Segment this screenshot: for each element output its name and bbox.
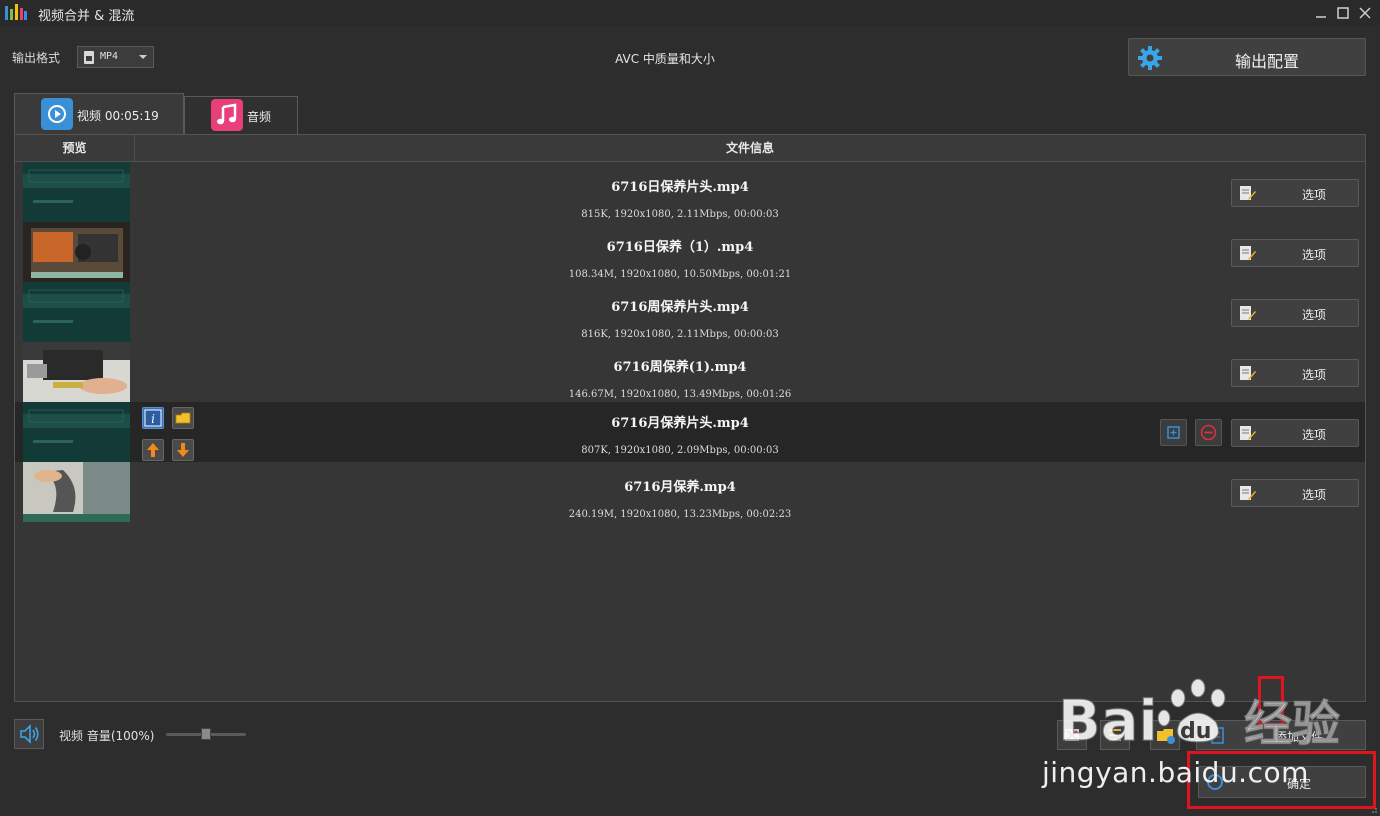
options-label: 选项 — [1302, 368, 1327, 382]
duplicate-button[interactable] — [1160, 419, 1187, 446]
options-label: 选项 — [1302, 188, 1327, 202]
list-settings-button[interactable] — [1100, 720, 1130, 750]
options-label: 选项 — [1302, 308, 1327, 322]
add-file-label: 添加文件 — [1275, 730, 1324, 744]
tab-audio[interactable]: 音频 — [184, 96, 298, 135]
video-thumbnail — [23, 222, 130, 282]
title-bar: 视频合并 & 混流 — [0, 0, 1380, 26]
options-button[interactable]: 选项 — [1231, 479, 1359, 507]
file-row[interactable]: 6716周保养片头.mp4 816K, 1920x1080, 2.11Mbps,… — [15, 282, 1365, 342]
volume-label: 视频 音量(100%) — [59, 729, 155, 743]
file-row-selected[interactable]: i 6716月保养片头.mp4 807K, 1920x1080, 2.09Mbp… — [15, 402, 1365, 462]
folder-add-icon — [1157, 729, 1175, 744]
edit-document-icon — [1240, 366, 1256, 380]
resize-grip-icon[interactable] — [1368, 804, 1378, 814]
column-header-preview[interactable]: 预览 — [15, 135, 135, 162]
output-config-label: 输出配置 — [1234, 52, 1299, 71]
options-label: 选项 — [1302, 488, 1327, 502]
annotation-highlight-ok — [1187, 751, 1376, 809]
tab-video[interactable]: 视频 00:05:19 — [14, 93, 184, 135]
file-row[interactable]: 6716月保养.mp4 240.19M, 1920x1080, 13.23Mbp… — [15, 462, 1365, 522]
file-row[interactable]: 6716日保养（1）.mp4 108.34M, 1920x1080, 10.50… — [15, 222, 1365, 282]
options-button[interactable]: 选项 — [1231, 179, 1359, 207]
close-icon — [1359, 7, 1371, 19]
remove-button[interactable] — [1195, 419, 1222, 446]
window-title: 视频合并 & 混流 — [38, 9, 135, 24]
play-icon — [41, 98, 73, 130]
edit-document-icon — [1240, 486, 1256, 500]
annotation-highlight-add-file — [1258, 676, 1284, 726]
minimize-button[interactable] — [1312, 4, 1330, 22]
quality-description: AVC 中质量和大小 — [615, 52, 715, 66]
options-label: 选项 — [1302, 248, 1327, 262]
file-list-panel: 预览 文件信息 6716日保养片头.mp4 815K, 1920x1080, 2… — [14, 134, 1366, 702]
video-thumbnail — [23, 462, 130, 522]
video-thumbnail — [23, 402, 130, 462]
options-button[interactable]: 选项 — [1231, 299, 1359, 327]
video-thumbnail — [23, 342, 130, 402]
duplicate-icon — [1167, 426, 1180, 439]
delete-all-icon — [1065, 729, 1079, 741]
output-format-select[interactable]: MP4 — [77, 46, 154, 68]
maximize-icon — [1337, 7, 1349, 19]
options-button[interactable]: 选项 — [1231, 419, 1359, 447]
chevron-down-icon — [139, 55, 147, 59]
file-name: 6716周保养(1).mp4 — [613, 360, 747, 375]
options-label: 选项 — [1302, 428, 1327, 442]
video-thumbnail — [23, 282, 130, 342]
volume-slider-handle[interactable] — [201, 728, 211, 740]
add-folder-button[interactable] — [1150, 720, 1180, 750]
close-button[interactable] — [1356, 4, 1374, 22]
tab-video-label: 视频 00:05:19 — [77, 109, 159, 123]
maximize-button[interactable] — [1334, 4, 1352, 22]
output-format-label: 输出格式 — [12, 51, 61, 65]
file-row[interactable]: 6716周保养(1).mp4 146.67M, 1920x1080, 13.49… — [15, 342, 1365, 402]
music-note-icon — [211, 99, 243, 131]
edit-document-icon — [1240, 426, 1256, 440]
edit-document-icon — [1240, 186, 1256, 200]
file-meta: 108.34M, 1920x1080, 10.50Mbps, 00:01:21 — [568, 269, 792, 280]
clear-list-button[interactable] — [1057, 720, 1087, 750]
output-format-value: MP4 — [100, 51, 119, 62]
video-thumbnail — [23, 162, 130, 222]
edit-document-icon — [1240, 246, 1256, 260]
column-header-file-info[interactable]: 文件信息 — [135, 135, 1365, 162]
add-file-icon — [1211, 727, 1224, 744]
file-name: 6716周保养片头.mp4 — [611, 300, 749, 315]
file-name: 6716月保养片头.mp4 — [611, 416, 749, 431]
speaker-icon — [20, 724, 39, 744]
file-meta: 240.19M, 1920x1080, 13.23Mbps, 00:02:23 — [568, 509, 792, 520]
file-name: 6716日保养片头.mp4 — [611, 180, 749, 195]
minus-circle-icon — [1200, 424, 1217, 441]
options-button[interactable]: 选项 — [1231, 239, 1359, 267]
file-meta: 807K, 1920x1080, 2.09Mbps, 00:00:03 — [581, 445, 779, 456]
tab-audio-label: 音频 — [247, 110, 272, 124]
app-logo-icon — [5, 4, 27, 20]
edit-document-icon — [1240, 306, 1256, 320]
file-meta: 815K, 1920x1080, 2.11Mbps, 00:00:03 — [581, 209, 779, 220]
file-meta: 146.67M, 1920x1080, 13.49Mbps, 00:01:26 — [568, 389, 792, 400]
file-row[interactable]: 6716日保养片头.mp4 815K, 1920x1080, 2.11Mbps,… — [15, 162, 1365, 222]
volume-button[interactable] — [14, 719, 44, 749]
options-button[interactable]: 选项 — [1231, 359, 1359, 387]
file-name: 6716月保养.mp4 — [624, 480, 736, 495]
file-name: 6716日保养（1）.mp4 — [606, 240, 754, 255]
file-meta: 816K, 1920x1080, 2.11Mbps, 00:00:03 — [581, 329, 779, 340]
list-icon — [1109, 729, 1121, 741]
file-icon — [84, 51, 94, 64]
output-config-button[interactable]: 输出配置 — [1128, 38, 1366, 76]
minimize-icon — [1316, 16, 1326, 18]
